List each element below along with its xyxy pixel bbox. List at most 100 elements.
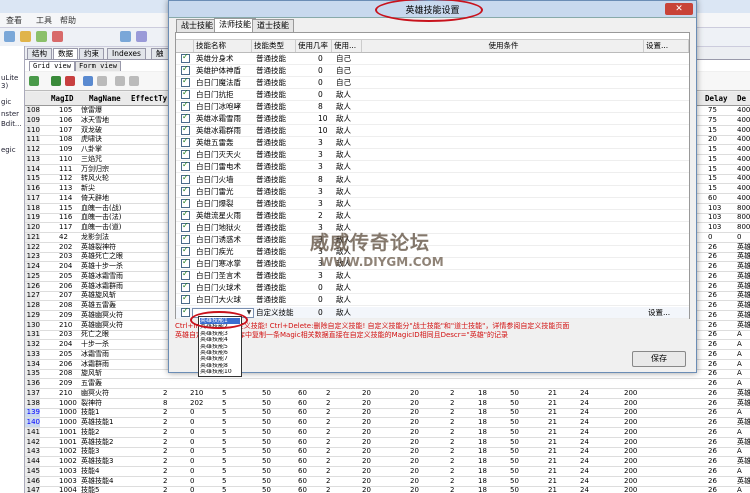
dropdown-option[interactable]: 英雄技能4 bbox=[200, 337, 240, 343]
delete-row-icon[interactable] bbox=[65, 76, 75, 86]
skill-row[interactable]: 白日门圣言术 普通技能 3 敌人 bbox=[176, 269, 689, 282]
skill-enabled-checkbox[interactable] bbox=[181, 148, 190, 160]
skill-enabled-checkbox[interactable] bbox=[181, 306, 190, 317]
skill-enabled-checkbox[interactable] bbox=[181, 245, 190, 256]
dropdown-option[interactable]: 英雄技能7 bbox=[200, 356, 240, 362]
table-row[interactable]: 142 1001 英雄技能2 2 0 5 50 60 2 20 20 2 18 50 21 24 200 26 英雄 bbox=[25, 437, 750, 448]
skill-enabled-checkbox[interactable] bbox=[181, 257, 190, 268]
tree-item[interactable]: nster bbox=[1, 110, 19, 118]
table-row[interactable]: 147 1004 技能5 2 0 5 50 60 2 20 20 2 18 50 21 24 200 26 A bbox=[25, 486, 750, 493]
tree-item[interactable]: gic bbox=[1, 98, 11, 106]
skill-row[interactable]: 英雄冰霜雪雨 普通技能 10 敌人 bbox=[176, 112, 689, 126]
skill-enabled-checkbox[interactable] bbox=[181, 197, 190, 208]
skill-row[interactable]: 白日门火墙 普通技能 8 敌人 bbox=[176, 173, 689, 186]
column-header-condition[interactable]: 使用条件 bbox=[362, 40, 644, 52]
column-header-settings[interactable]: 设置... bbox=[644, 40, 689, 52]
toolbar-icon[interactable] bbox=[52, 31, 63, 42]
skill-enabled-checkbox[interactable] bbox=[181, 76, 190, 88]
settings-button[interactable]: 设置... bbox=[648, 307, 670, 318]
skill-row[interactable]: 白日门冰咆哮 普通技能 8 敌人 bbox=[176, 100, 689, 114]
skill-row[interactable]: 英雄护体神盾 普通技能 0 自己 bbox=[176, 64, 689, 78]
skill-row[interactable]: 白日门雷光 普通技能 3 敌人 bbox=[176, 185, 689, 198]
tab-structure[interactable]: 结构 bbox=[27, 48, 52, 59]
menu-tools[interactable]: 工具 bbox=[36, 15, 52, 26]
skill-enabled-checkbox[interactable] bbox=[181, 112, 190, 124]
column-header[interactable]: MagName bbox=[89, 94, 121, 103]
toolbar-icon[interactable] bbox=[20, 31, 31, 42]
custom-skill-row[interactable]: ▼ 自定义技能 0 敌人 设置... bbox=[176, 306, 689, 319]
skill-enabled-checkbox[interactable] bbox=[181, 185, 190, 196]
table-row[interactable]: 144 1002 英雄技能3 2 0 5 50 60 2 20 20 2 18 50 21 24 200 26 英雄 bbox=[25, 457, 750, 467]
tab-triggers[interactable]: 触 bbox=[151, 48, 169, 59]
skill-enabled-checkbox[interactable] bbox=[181, 233, 190, 244]
column-header-name[interactable]: 技能名称 bbox=[194, 40, 252, 52]
skill-row[interactable]: 白日门大火球 普通技能 0 敌人 bbox=[176, 293, 689, 306]
skill-row[interactable]: 白日门魔法盾 普通技能 0 自己 bbox=[176, 76, 689, 90]
refresh-icon[interactable] bbox=[29, 76, 39, 86]
skill-enabled-checkbox[interactable] bbox=[181, 221, 190, 232]
toolbar-icon[interactable] bbox=[4, 31, 15, 42]
skill-row[interactable]: 英雄分身术 普通技能 0 自己 bbox=[176, 52, 689, 65]
skill-enabled-checkbox[interactable] bbox=[181, 100, 190, 112]
table-row[interactable]: 141 1001 技能2 2 0 5 50 60 2 20 20 2 18 50 21 24 200 26 A bbox=[25, 427, 750, 438]
dropdown-option[interactable]: 英雄技能10 bbox=[200, 369, 240, 375]
skill-row[interactable]: 英雄五雷轰 普通技能 3 敌人 bbox=[176, 136, 689, 150]
skill-enabled-checkbox[interactable] bbox=[181, 88, 190, 100]
column-header-rate[interactable]: 使用几率 bbox=[296, 40, 332, 52]
skill-enabled-checkbox[interactable] bbox=[181, 136, 190, 148]
table-row[interactable]: 146 1003 英雄技能4 2 0 5 50 60 2 20 20 2 18 50 21 24 200 26 英雄 bbox=[25, 476, 750, 487]
table-row[interactable]: 143 1002 技能3 2 0 5 50 60 2 20 20 2 18 50 21 24 200 26 A bbox=[25, 447, 750, 458]
close-button[interactable]: ✕ bbox=[665, 3, 693, 15]
skill-enabled-checkbox[interactable] bbox=[181, 281, 190, 292]
dropdown-option[interactable]: 英雄技能3 bbox=[200, 331, 240, 337]
skill-enabled-checkbox[interactable] bbox=[181, 293, 190, 304]
skill-enabled-checkbox[interactable] bbox=[181, 269, 190, 280]
skill-row[interactable]: 白日门雷电术 普通技能 3 敌人 bbox=[176, 160, 689, 174]
dropdown-option[interactable]: 英雄技能5 bbox=[200, 344, 240, 350]
menu-help[interactable]: 帮助 bbox=[60, 15, 76, 26]
save-button[interactable]: 保存 bbox=[632, 351, 686, 367]
skill-enabled-checkbox[interactable] bbox=[181, 160, 190, 172]
table-row[interactable]: 138 1000 裂神符 8 202 5 50 60 2 20 20 2 18 50 21 24 200 26 英雄 bbox=[25, 398, 750, 409]
table-row[interactable]: 139 1000 技能1 2 0 5 50 60 2 20 20 2 18 50 21 24 200 26 A bbox=[25, 408, 750, 419]
toolbar-icon[interactable] bbox=[36, 31, 47, 42]
column-header-target[interactable]: 使用... bbox=[332, 40, 362, 52]
skill-enabled-checkbox[interactable] bbox=[181, 64, 190, 76]
filter-icon[interactable] bbox=[115, 76, 125, 86]
table-row[interactable]: 145 1003 技能4 2 0 5 50 60 2 20 20 2 18 50 21 24 200 26 A bbox=[25, 466, 750, 477]
column-header[interactable]: MagID bbox=[51, 94, 74, 103]
skill-enabled-checkbox[interactable] bbox=[181, 124, 190, 136]
tab-constraints[interactable]: 约束 bbox=[79, 48, 104, 59]
tree-item[interactable]: Bdit... bbox=[1, 120, 22, 128]
skill-row[interactable]: 白日门火球术 普通技能 0 敌人 bbox=[176, 281, 689, 294]
dropdown-option[interactable]: 英雄技能6 bbox=[200, 350, 240, 356]
tab-data[interactable]: 数据 bbox=[53, 48, 78, 59]
rollback-icon[interactable] bbox=[97, 76, 107, 86]
dropdown-option[interactable]: 英雄技能8 bbox=[200, 363, 240, 369]
tab-mage-skills[interactable]: 法师技能 bbox=[214, 18, 256, 33]
tree-item[interactable]: uLite 3) bbox=[1, 74, 24, 90]
export-icon[interactable] bbox=[129, 76, 139, 86]
commit-icon[interactable] bbox=[83, 76, 93, 86]
skill-row[interactable]: 白日门灭天火 普通技能 3 敌人 bbox=[176, 148, 689, 162]
chevron-down-icon[interactable]: ▼ bbox=[245, 309, 253, 317]
toolbar-icon[interactable] bbox=[120, 31, 131, 42]
skill-enabled-checkbox[interactable] bbox=[181, 52, 190, 63]
column-header[interactable]: Delay bbox=[705, 94, 728, 103]
column-header[interactable]: De bbox=[737, 94, 746, 103]
skill-enabled-checkbox[interactable] bbox=[181, 209, 190, 220]
tab-taoist-skills[interactable]: 道士技能 bbox=[252, 19, 294, 32]
add-row-icon[interactable] bbox=[51, 76, 61, 86]
tab-form-view[interactable]: Form view bbox=[75, 61, 121, 71]
skill-row[interactable]: 白日门爆裂 普通技能 3 敌人 bbox=[176, 197, 689, 210]
skill-row[interactable]: 白日门抗拒 普通技能 0 敌人 bbox=[176, 88, 689, 102]
tab-grid-view[interactable]: Grid view bbox=[29, 61, 75, 71]
toolbar-icon[interactable] bbox=[136, 31, 147, 42]
tree-item[interactable]: egic bbox=[1, 146, 16, 154]
table-row[interactable]: 137 210 幽冥火符 2 210 5 50 60 2 20 20 2 18 50 21 24 200 26 英雄 bbox=[25, 388, 750, 399]
column-header[interactable]: EffectTy bbox=[131, 94, 167, 103]
tab-indexes[interactable]: Indexes bbox=[107, 48, 146, 59]
menu-view[interactable]: 查看 bbox=[6, 15, 22, 26]
table-row[interactable]: 140 1000 英雄技能1 2 0 5 50 60 2 20 20 2 18 50 21 24 200 26 英雄 bbox=[25, 418, 750, 428]
tab-warrior-skills[interactable]: 战士技能 bbox=[176, 19, 218, 32]
